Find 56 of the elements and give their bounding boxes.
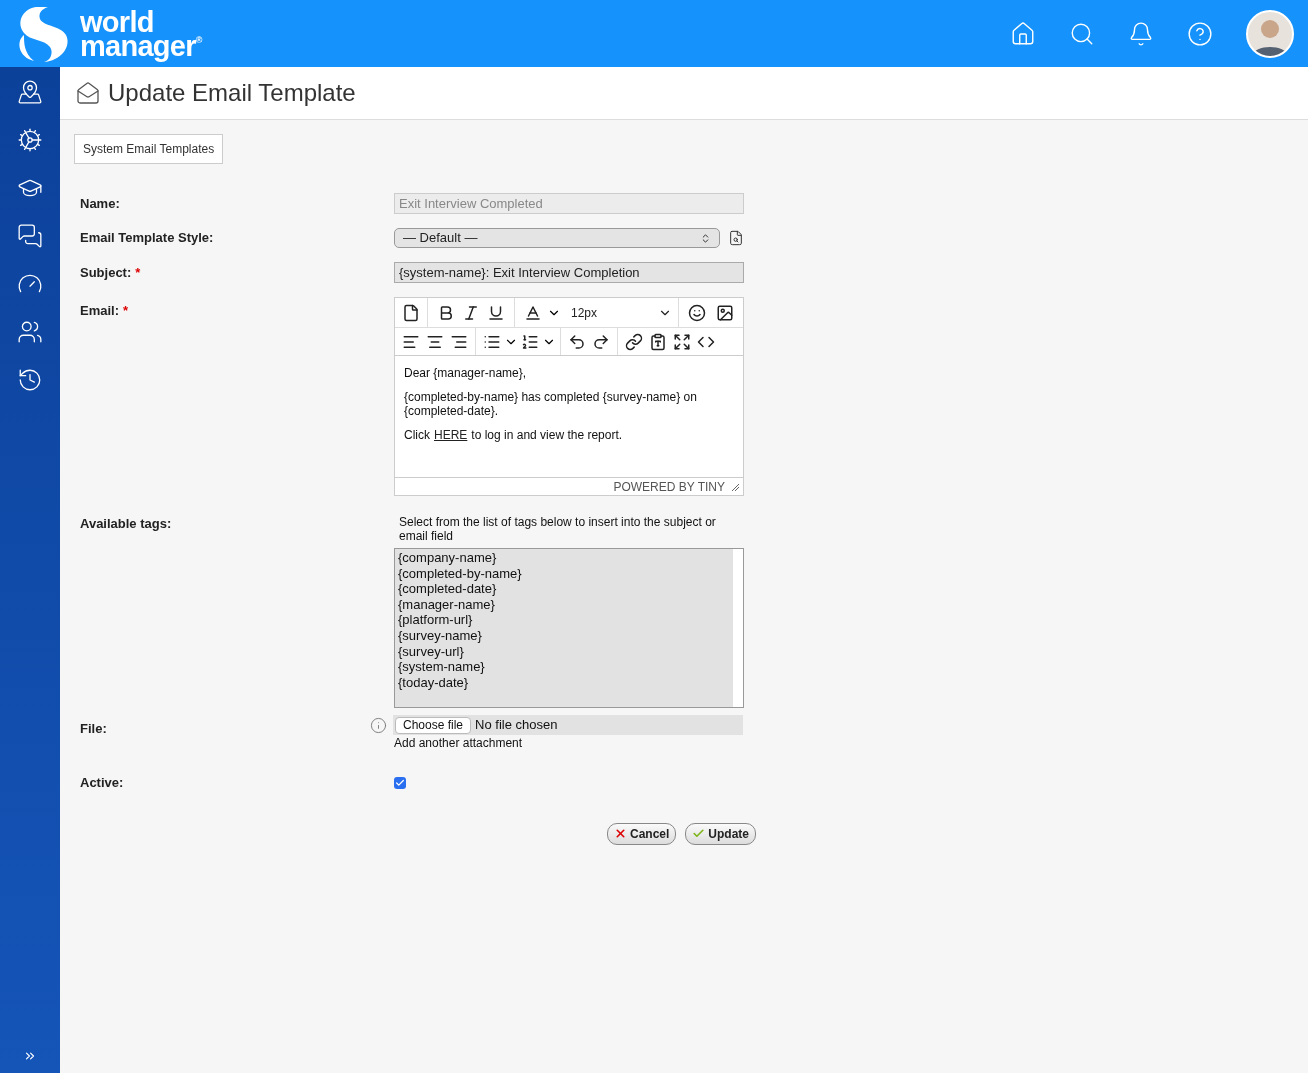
field-label: Name:	[80, 195, 120, 211]
update-button[interactable]: Update	[685, 822, 757, 845]
up-down-arrows-icon	[700, 232, 711, 244]
required-mark: *	[135, 264, 141, 280]
style-select[interactable]: — Default —	[394, 228, 720, 248]
avatar[interactable]	[1246, 9, 1294, 58]
editor-text: Click	[404, 428, 430, 442]
editor-body[interactable]: Dear {manager-name}, {completed-by-name} has completed {survey-name} on {completed-date}. Click HERE to log in and view the report.	[395, 356, 743, 477]
resize-handle-icon[interactable]	[731, 482, 739, 491]
cross-icon	[614, 827, 627, 840]
active-checkbox[interactable]	[394, 776, 406, 789]
font-size-select[interactable]: 12px	[563, 303, 672, 322]
field-label: Available tags:	[80, 516, 172, 531]
page-title: Update Email Template	[108, 78, 356, 108]
chat-bubbles-icon[interactable]	[17, 223, 43, 249]
field-label: Active:	[80, 775, 124, 790]
choose-file-button[interactable]: Choose file	[395, 716, 472, 734]
info-icon[interactable]	[370, 716, 387, 734]
help-icon[interactable]	[1187, 20, 1213, 47]
home-icon[interactable]	[1010, 20, 1036, 47]
tag-option[interactable]: {today-date}	[398, 674, 733, 691]
editor-text: {completed-by-name} has completed {survey-name} on {completed-date}.	[404, 390, 698, 418]
preview-icon[interactable]	[728, 230, 744, 246]
tags-hint: Select from the list of tags below to insert into the subject or email field	[398, 514, 717, 543]
required-mark: *	[123, 303, 129, 318]
registered-mark: ®	[195, 33, 202, 45]
tag-option[interactable]: {survey-url}	[398, 643, 733, 660]
people-icon[interactable]	[17, 319, 43, 345]
file-status: No file chosen	[475, 716, 558, 735]
tag-option[interactable]: {manager-name}	[398, 596, 733, 613]
tag-option[interactable]: {survey-name}	[398, 627, 733, 644]
field-label: Subject:	[80, 264, 132, 280]
field-label: File:	[80, 721, 107, 736]
powered-by-text: POWERED BY TINY	[613, 478, 725, 496]
history-icon[interactable]	[17, 367, 43, 393]
tag-option[interactable]: {platform-url}	[398, 612, 733, 628]
cancel-button[interactable]: Cancel	[607, 822, 677, 845]
checkmark-icon	[692, 827, 706, 840]
tag-option[interactable]: {completed-date}	[398, 581, 733, 597]
tag-option[interactable]: {company-name}	[398, 550, 733, 566]
file-input[interactable]: Choose file No file chosen	[393, 715, 743, 735]
tag-option[interactable]: {system-name}	[398, 659, 733, 675]
tags-listbox[interactable]: {company-name} {completed-by-name} {completed-date} {manager-name} {platform-url} {survey-name} {survey-url} {system-name} {today-date}	[394, 548, 744, 708]
editor-text: Dear {manager-name},	[404, 366, 528, 380]
expand-icon[interactable]	[23, 1049, 37, 1063]
field-label: Email Template Style:	[80, 230, 214, 246]
bell-icon[interactable]	[1128, 20, 1154, 47]
tag-option[interactable]: {completed-by-name}	[398, 565, 733, 582]
field-label: Email:	[80, 303, 119, 318]
subject-field[interactable]: {system-name}: Exit Interview Completion	[394, 262, 744, 283]
add-attachment-link[interactable]: Add another attachment	[394, 735, 743, 751]
map-pin-icon[interactable]	[17, 79, 43, 105]
brand-name: world	[80, 9, 155, 34]
here-link[interactable]: HERE	[434, 428, 468, 442]
editor-text: to log in and view the report.	[471, 428, 623, 442]
back-button[interactable]: System Email Templates	[74, 134, 224, 164]
